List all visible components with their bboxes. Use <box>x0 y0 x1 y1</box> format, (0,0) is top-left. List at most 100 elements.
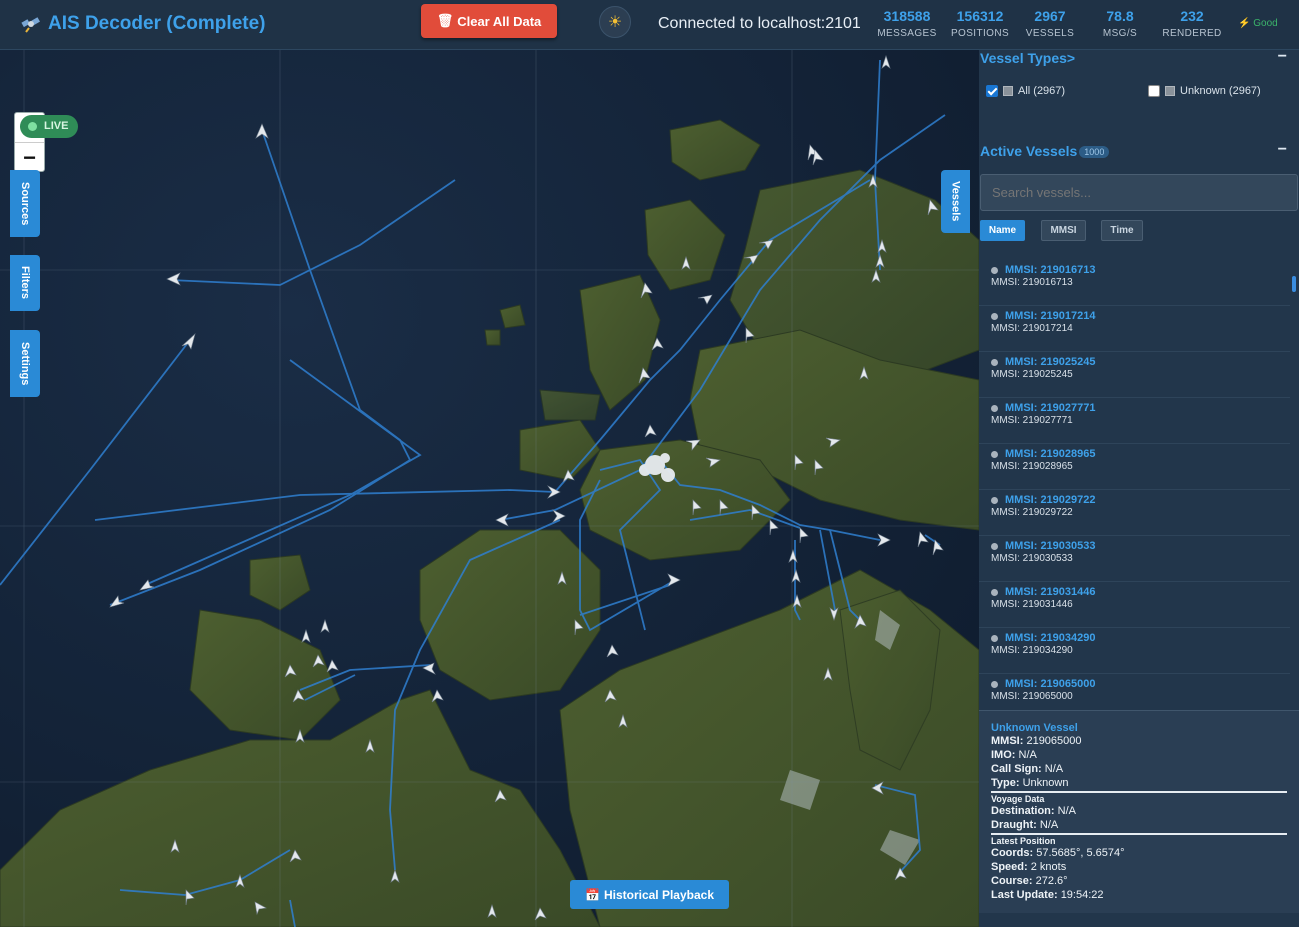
stat-value: 78.8 <box>1106 8 1134 24</box>
vessel-name: MMSI: 219028965 <box>1005 448 1096 460</box>
stat-positions: 156312 POSITIONS <box>948 8 1012 39</box>
performance-indicator: ⚡ Good <box>1238 18 1278 29</box>
active-vessels-title[interactable]: Active Vessels 1000 <box>980 143 1110 159</box>
collapse-active-button[interactable]: − <box>1278 141 1287 159</box>
status-dot-icon <box>991 267 998 274</box>
vessel-mmsi: MMSI: 219030533 <box>991 553 1073 564</box>
detail-type: Type: Unknown <box>991 777 1069 789</box>
detail-callsign: Call Sign: N/A <box>991 763 1064 775</box>
lightning-icon: ⚡ <box>1238 18 1251 29</box>
detail-last-update: Last Update: 19:54:22 <box>991 889 1104 901</box>
clear-all-data-label: Clear All Data <box>457 13 542 29</box>
performance-label: Good <box>1253 18 1278 29</box>
satellite-map <box>0 50 979 927</box>
connection-status: Connected to localhost:2101 <box>658 15 861 32</box>
checkbox-all[interactable] <box>986 85 998 97</box>
type-color-swatch <box>1165 86 1175 96</box>
vessel-name: MMSI: 219030533 <box>1005 540 1096 552</box>
status-dot-icon <box>991 589 998 596</box>
vessel-name: MMSI: 219016713 <box>1005 264 1096 276</box>
type-color-swatch <box>1003 86 1013 96</box>
vessel-types-title[interactable]: Vessel Types> <box>980 50 1075 66</box>
vessel-list-item[interactable]: MMSI: 219031446 MMSI: 219031446 <box>979 582 1290 628</box>
status-dot-icon <box>991 359 998 366</box>
historical-playback-button[interactable]: 📅 Historical Playback <box>570 880 729 909</box>
stat-messages: 318588 MESSAGES <box>874 8 940 39</box>
vessel-mmsi: MMSI: 219027771 <box>991 415 1073 426</box>
stat-label: RENDERED <box>1162 28 1222 39</box>
sort-name-button[interactable]: Name <box>980 220 1025 241</box>
stat-rendered: 232 RENDERED <box>1162 8 1222 39</box>
type-filter-unknown[interactable]: Unknown (2967) <box>1148 85 1261 97</box>
vessel-name: MMSI: 219017214 <box>1005 310 1096 322</box>
vessel-list-item[interactable]: MMSI: 219028965 MMSI: 219028965 <box>979 444 1290 490</box>
vessel-name: MMSI: 219031446 <box>1005 586 1096 598</box>
vessel-name: MMSI: 219034290 <box>1005 632 1096 644</box>
vessel-details-panel: Unknown Vessel MMSI: 219065000 IMO: N/A … <box>979 710 1299 913</box>
type-filter-all[interactable]: All (2967) <box>986 85 1065 97</box>
calendar-icon: 📅 <box>584 887 600 902</box>
vessel-list: MMSI: 219016713 MMSI: 219016713 MMSI: 219… <box>979 260 1290 710</box>
vessel-name: MMSI: 219025245 <box>1005 356 1096 368</box>
tab-sources[interactable]: Sources <box>10 170 40 237</box>
vessel-list-scrollbar[interactable] <box>1292 276 1296 292</box>
stat-value: 156312 <box>956 8 1004 24</box>
vessel-list-item[interactable]: MMSI: 219030533 MMSI: 219030533 <box>979 536 1290 582</box>
stat-msg-rate: 78.8 MSG/S <box>1096 8 1144 39</box>
vessel-list-item[interactable]: MMSI: 219017214 MMSI: 219017214 <box>979 306 1290 352</box>
live-dot-icon <box>28 122 37 131</box>
checkbox-unknown[interactable] <box>1148 85 1160 97</box>
vessel-list-item[interactable]: MMSI: 219029722 MMSI: 219029722 <box>979 490 1290 536</box>
vessel-list-item[interactable]: MMSI: 219065000 MMSI: 219065000 <box>979 674 1290 710</box>
tab-vessels-label: Vessels <box>949 181 962 222</box>
tab-settings-label: Settings <box>19 341 31 386</box>
top-bar: AIS Decoder (Complete) 🗑 Clear All Data … <box>0 0 1299 50</box>
vessel-mmsi: MMSI: 219016713 <box>991 277 1073 288</box>
app-title-text: AIS Decoder (Complete) <box>48 13 266 34</box>
vessel-list-item[interactable]: MMSI: 219034290 MMSI: 219034290 <box>979 628 1290 674</box>
map-view[interactable]: + − LIVE Sources Filters Settings Vessel… <box>0 50 979 927</box>
stat-value: 232 <box>1180 8 1204 24</box>
stat-label: MSG/S <box>1102 28 1138 39</box>
sort-time-button[interactable]: Time <box>1101 220 1143 241</box>
active-vessels-title-text: Active Vessels <box>980 143 1078 159</box>
stat-value: 318588 <box>883 8 931 24</box>
satellite-icon <box>21 17 40 33</box>
collapse-types-button[interactable]: − <box>1278 50 1287 66</box>
stat-label: MESSAGES <box>877 28 937 39</box>
stat-label: VESSELS <box>1025 28 1075 39</box>
vessel-name: MMSI: 219029722 <box>1005 494 1096 506</box>
stat-vessels: 2967 VESSELS <box>1022 8 1078 39</box>
active-vessels-count-badge: 1000 <box>1079 146 1110 159</box>
tab-vessels[interactable]: Vessels <box>941 170 970 233</box>
status-dot-icon <box>991 681 998 688</box>
status-dot-icon <box>991 497 998 504</box>
vessel-mmsi: MMSI: 219028965 <box>991 461 1073 472</box>
vessel-search-input[interactable] <box>980 174 1298 211</box>
detail-course: Course: 272.6° <box>991 875 1068 887</box>
detail-destination: Destination: N/A <box>991 805 1076 817</box>
theme-toggle-button[interactable]: ☀ <box>599 6 631 38</box>
sort-mmsi-button[interactable]: MMSI <box>1041 220 1086 241</box>
vessel-name: MMSI: 219065000 <box>1005 678 1096 690</box>
vessel-list-item[interactable]: MMSI: 219016713 MMSI: 219016713 <box>979 260 1290 306</box>
vessel-mmsi: MMSI: 219025245 <box>991 369 1073 380</box>
vessel-list-item[interactable]: MMSI: 219027771 MMSI: 219027771 <box>979 398 1290 444</box>
status-dot-icon <box>991 451 998 458</box>
tab-settings[interactable]: Settings <box>10 330 40 397</box>
stat-value: 2967 <box>1034 8 1066 24</box>
vessel-mmsi: MMSI: 219065000 <box>991 691 1073 702</box>
detail-coords: Coords: 57.5685°, 5.6574° <box>991 847 1125 859</box>
tab-filters[interactable]: Filters <box>10 255 40 311</box>
vessel-mmsi: MMSI: 219031446 <box>991 599 1073 610</box>
detail-speed: Speed: 2 knots <box>991 861 1067 873</box>
detail-mmsi: MMSI: 219065000 <box>991 735 1082 747</box>
vessel-mmsi: MMSI: 219017214 <box>991 323 1073 334</box>
historical-playback-label: Historical Playback <box>603 887 714 902</box>
vessel-list-item[interactable]: MMSI: 219025245 MMSI: 219025245 <box>979 352 1290 398</box>
clear-all-data-button[interactable]: 🗑 Clear All Data <box>421 4 557 38</box>
vessel-types-title-text: Vessel Types> <box>980 50 1076 66</box>
zoom-out-button[interactable]: − <box>15 143 44 173</box>
detail-draught: Draught: N/A <box>991 819 1059 831</box>
trash-icon: 🗑 <box>436 13 454 28</box>
